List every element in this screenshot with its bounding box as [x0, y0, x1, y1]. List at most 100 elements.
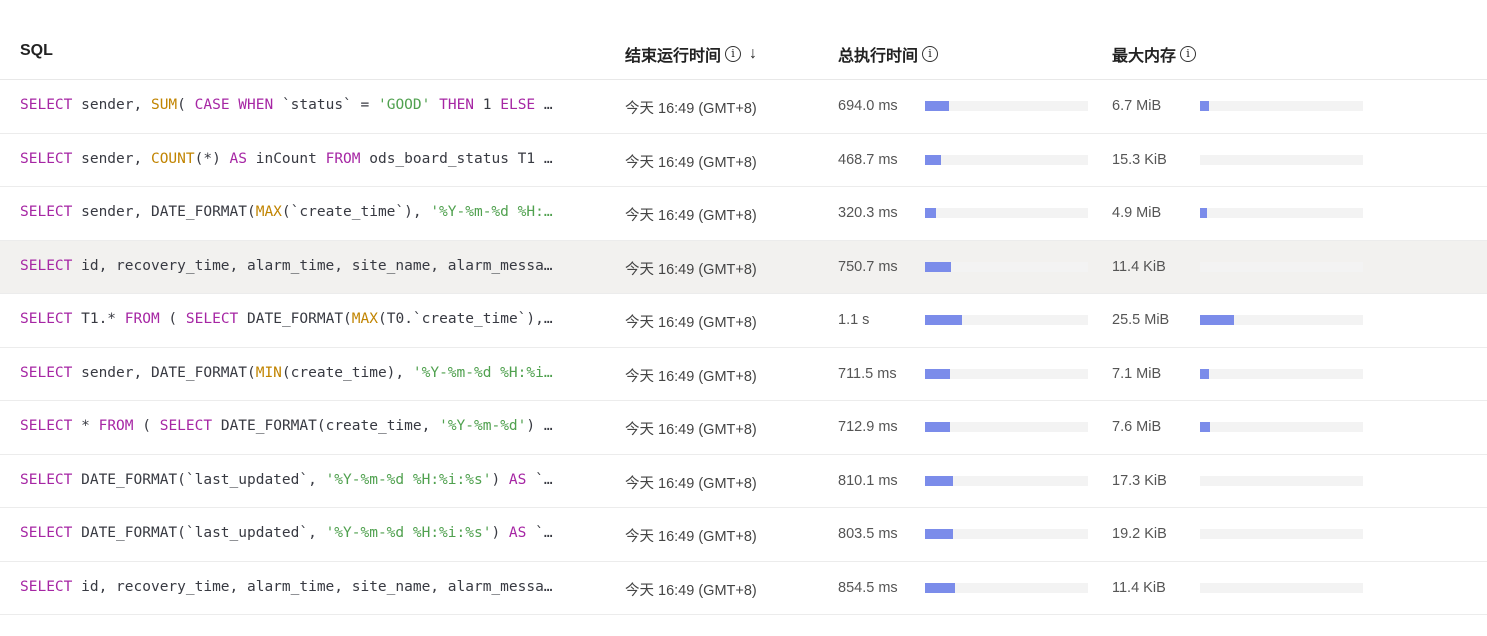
sql-keyword: SELECT [20, 418, 73, 434]
sql-keyword: SELECT [20, 204, 73, 220]
sql-text: 1 [474, 97, 501, 113]
sql-query[interactable]: SELECT id, recovery_time, alarm_time, si… [20, 579, 600, 595]
exec-time: 803.5 ms [838, 526, 898, 542]
table-header: SQL 结束运行时间 i ↓ 总执行时间 i 最大内存 i [0, 0, 1487, 80]
sql-query[interactable]: SELECT * FROM ( SELECT DATE_FORMAT(creat… [20, 418, 600, 434]
sql-string: '%Y-%m-%d %H:%i:%s' [325, 471, 492, 488]
end-time: 今天 16:49 (GMT+8) [625, 315, 757, 331]
exec-time: 468.7 ms [838, 151, 898, 168]
exec-time-bar [925, 208, 1088, 218]
memory-bar [1200, 261, 1363, 272]
sql-text: (create_time), [281, 364, 413, 381]
max-memory: 11.4 KiB [1112, 258, 1166, 275]
sql-text: ( [133, 418, 160, 434]
end-time: 今天 16:49 (GMT+8) [625, 422, 757, 438]
info-icon[interactable]: i [922, 46, 939, 62]
memory-bar [1200, 208, 1363, 218]
sql-keyword: SELECT [185, 311, 239, 327]
memory-bar-fill [1200, 422, 1211, 432]
exec-time-bar [925, 261, 1088, 272]
exec-time: 1.1 s [838, 312, 870, 328]
table-row[interactable]: SELECT sender, DATE_FORMAT(MAX(`create_t… [0, 187, 1487, 241]
exec-time-bar-fill [925, 101, 950, 111]
table-row[interactable]: SELECT id, recovery_time, alarm_time, si… [0, 240, 1487, 294]
sql-query[interactable]: SELECT sender, DATE_FORMAT(MAX(`create_t… [20, 204, 600, 220]
exec-time-bar-fill [925, 422, 950, 432]
end-time: 今天 16:49 (GMT+8) [625, 261, 757, 278]
sql-keyword: ELSE [500, 97, 536, 113]
sql-query[interactable]: SELECT sender, DATE_FORMAT(MIN(create_ti… [20, 365, 600, 381]
end-time: 今天 16:49 (GMT+8) [625, 154, 757, 171]
sql-query[interactable]: SELECT id, recovery_time, alarm_time, si… [20, 258, 600, 274]
memory-bar [1200, 101, 1363, 111]
column-header-label: 最大内存 [1112, 48, 1177, 65]
sql-function: MIN [255, 364, 282, 381]
sql-string: '%Y-%m-%d %H:%i… [412, 364, 553, 381]
sql-keyword: FROM [325, 150, 361, 167]
sql-keyword: SELECT [20, 257, 73, 274]
exec-time: 320.3 ms [838, 205, 898, 221]
sql-query[interactable]: SELECT sender, SUM( CASE WHEN `status` =… [20, 97, 600, 113]
exec-time-bar-fill [925, 154, 942, 165]
sql-keyword: SELECT [20, 578, 73, 595]
sql-keyword: AS [508, 471, 527, 488]
exec-time-bar [925, 582, 1088, 593]
table-row[interactable]: SELECT DATE_FORMAT(`last_updated`, '%Y-%… [0, 508, 1487, 562]
max-memory: 7.6 MiB [1112, 419, 1162, 435]
memory-bar-fill [1200, 101, 1209, 111]
max-memory: 15.3 KiB [1112, 151, 1167, 168]
sql-keyword: SELECT [20, 364, 73, 381]
table-row[interactable]: SELECT DATE_FORMAT(`last_updated`, '%Y-%… [0, 455, 1487, 508]
sql-text: sender, DATE_FORMAT( [72, 204, 256, 220]
sql-keyword: FROM [124, 311, 160, 327]
exec-time-bar-fill [925, 582, 955, 593]
info-icon[interactable]: i [725, 46, 742, 62]
info-icon[interactable]: i [1180, 46, 1197, 62]
table-row[interactable]: SELECT sender, DATE_FORMAT(MIN(create_ti… [0, 348, 1487, 401]
table-row[interactable]: SELECT T1.* FROM ( SELECT DATE_FORMAT(MA… [0, 294, 1487, 348]
column-header-sql[interactable]: SQL [20, 42, 53, 60]
sql-text: DATE_FORMAT( [238, 311, 352, 327]
exec-time-bar-fill [925, 475, 954, 486]
sql-query[interactable]: SELECT sender, COUNT(*) AS inCount FROM … [20, 151, 600, 167]
sql-keyword: THEN [439, 97, 475, 113]
max-memory: 11.4 KiB [1112, 579, 1166, 596]
sql-keyword: CASE WHEN [194, 97, 274, 113]
column-header-max-memory[interactable]: 最大内存 i [1112, 42, 1197, 66]
table-row[interactable]: SELECT * FROM ( SELECT DATE_FORMAT(creat… [0, 401, 1487, 455]
sql-text: `… [526, 525, 553, 541]
table-row[interactable]: SELECT sender, SUM( CASE WHEN `status` =… [0, 80, 1487, 134]
exec-time: 712.9 ms [838, 419, 898, 435]
column-header-exec-time[interactable]: 总执行时间 i [838, 42, 939, 66]
sql-keyword: SELECT [20, 97, 73, 113]
memory-bar [1200, 315, 1363, 325]
table-row[interactable]: SELECT sender, COUNT(*) AS inCount FROM … [0, 134, 1487, 187]
column-header-end-time[interactable]: 结束运行时间 i ↓ [625, 42, 757, 66]
max-memory: 6.7 MiB [1112, 98, 1162, 114]
memory-bar [1200, 529, 1363, 539]
sql-text: (*) [194, 150, 230, 167]
memory-bar-fill [1200, 368, 1210, 379]
table-row[interactable]: SELECT id, recovery_time, alarm_time, si… [0, 562, 1487, 615]
memory-bar [1200, 368, 1363, 379]
sql-keyword: FROM [98, 418, 134, 434]
sql-text: DATE_FORMAT(create_time, [212, 418, 440, 434]
exec-time: 810.1 ms [838, 472, 898, 489]
exec-time: 750.7 ms [838, 258, 898, 275]
sql-function: MAX [255, 204, 282, 220]
sql-text: sender, [72, 97, 151, 113]
sql-text: (`create_time`), [281, 204, 431, 220]
max-memory: 7.1 MiB [1112, 365, 1162, 382]
sql-text: id, recovery_time, alarm_time, site_name… [72, 257, 553, 274]
exec-time: 694.0 ms [838, 98, 898, 114]
sql-keyword: SELECT [20, 311, 73, 327]
sql-query[interactable]: SELECT T1.* FROM ( SELECT DATE_FORMAT(MA… [20, 311, 600, 327]
sort-descending-icon[interactable]: ↓ [749, 45, 757, 63]
max-memory: 19.2 KiB [1112, 526, 1167, 542]
sql-query[interactable]: SELECT DATE_FORMAT(`last_updated`, '%Y-%… [20, 525, 600, 541]
sql-string: '%Y-%m-%d %H:… [430, 204, 553, 220]
sql-keyword: AS [508, 525, 527, 541]
sql-query[interactable]: SELECT DATE_FORMAT(`last_updated`, '%Y-%… [20, 472, 600, 488]
table-body: SELECT sender, SUM( CASE WHEN `status` =… [0, 80, 1487, 615]
